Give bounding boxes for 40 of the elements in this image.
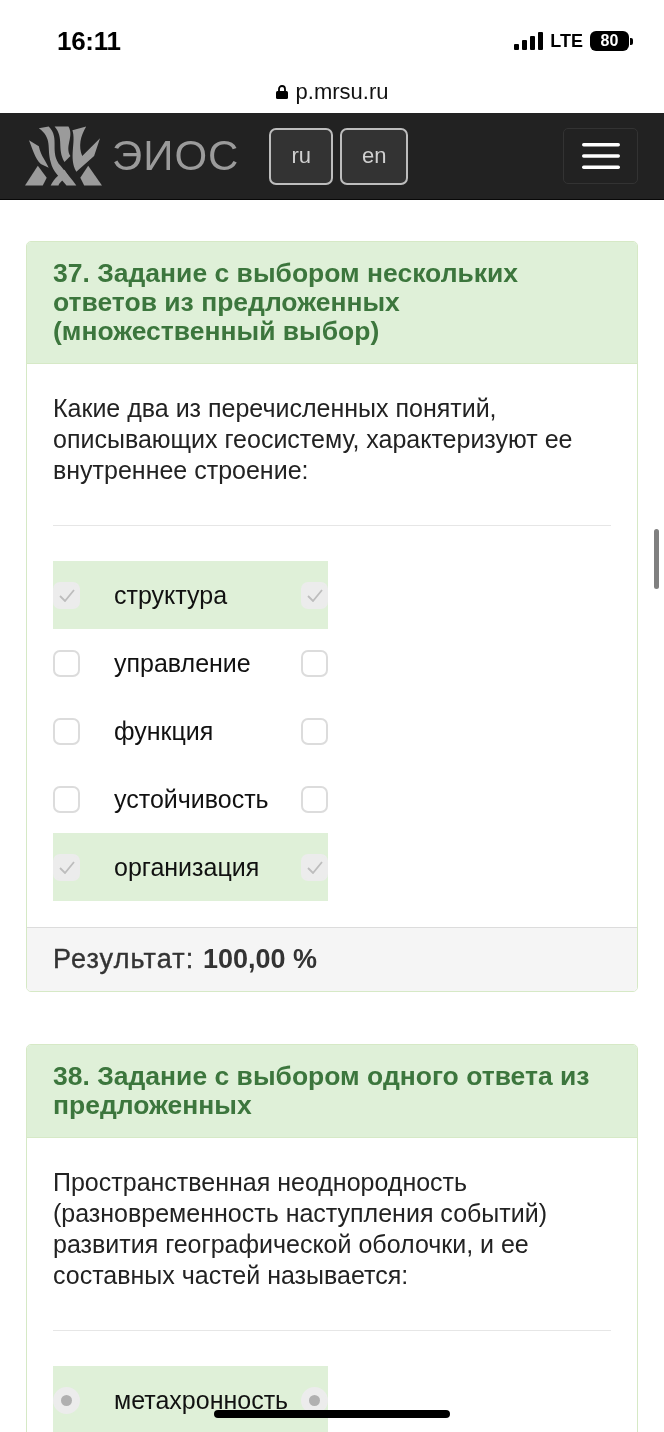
correct-answer-checkbox[interactable] [301, 717, 328, 745]
option-label: функция [114, 716, 215, 746]
logo-icon [25, 126, 102, 186]
answer-checkbox[interactable] [53, 581, 80, 609]
question-title: 38. Задание с выбором одного ответа из предложенных [53, 1062, 591, 1120]
battery-indicator: 80 [590, 31, 629, 51]
answer-checkbox[interactable] [53, 853, 80, 881]
menu-icon [581, 143, 620, 169]
option-label: устойчивость [114, 784, 270, 814]
answer-checkbox[interactable] [53, 717, 80, 745]
option-label: организация [114, 852, 261, 882]
battery-tip-icon [630, 37, 633, 45]
question-text: Пространственная неоднородность (разновременность наступления событий) развития географической оболочки, и ее составных частей называется: [53, 1167, 549, 1291]
network-type: LTE [550, 30, 583, 52]
lock-icon [275, 84, 288, 99]
logo-text: ЭИОС [112, 132, 240, 180]
correct-answer-checkbox[interactable] [301, 649, 328, 677]
check-icon [306, 860, 323, 874]
correct-answer-checkbox[interactable] [301, 853, 328, 881]
option-label: управление [114, 648, 252, 678]
option-label: метахронность [114, 1385, 290, 1415]
menu-button[interactable] [563, 128, 638, 184]
result-text: Результат: 100,00 % [53, 944, 317, 975]
scrollbar-thumb [654, 529, 659, 589]
answer-checkbox[interactable] [53, 785, 80, 813]
check-icon [306, 588, 323, 602]
language-button[interactable]: ru [269, 127, 333, 185]
question-text: Какие два из перечисленных понятий, описывающих геосистему, характеризуют ее внутреннее строение: [53, 393, 574, 486]
correct-answer-checkbox[interactable] [301, 581, 328, 609]
signal-icon [514, 32, 544, 50]
status-time: 16:11 [57, 25, 121, 57]
correct-answer-checkbox[interactable] [301, 785, 328, 813]
check-icon [58, 588, 75, 602]
question-title: 37. Задание с выбором нескольких ответов из предложенных (множественный выбор) [53, 259, 520, 346]
language-button[interactable]: en [339, 127, 409, 185]
address-url[interactable]: p.mrsu.ru [295, 78, 389, 105]
answer-radio[interactable] [53, 1386, 80, 1414]
check-icon [58, 860, 75, 874]
answer-checkbox[interactable] [53, 649, 80, 677]
option-label: структура [114, 580, 229, 610]
